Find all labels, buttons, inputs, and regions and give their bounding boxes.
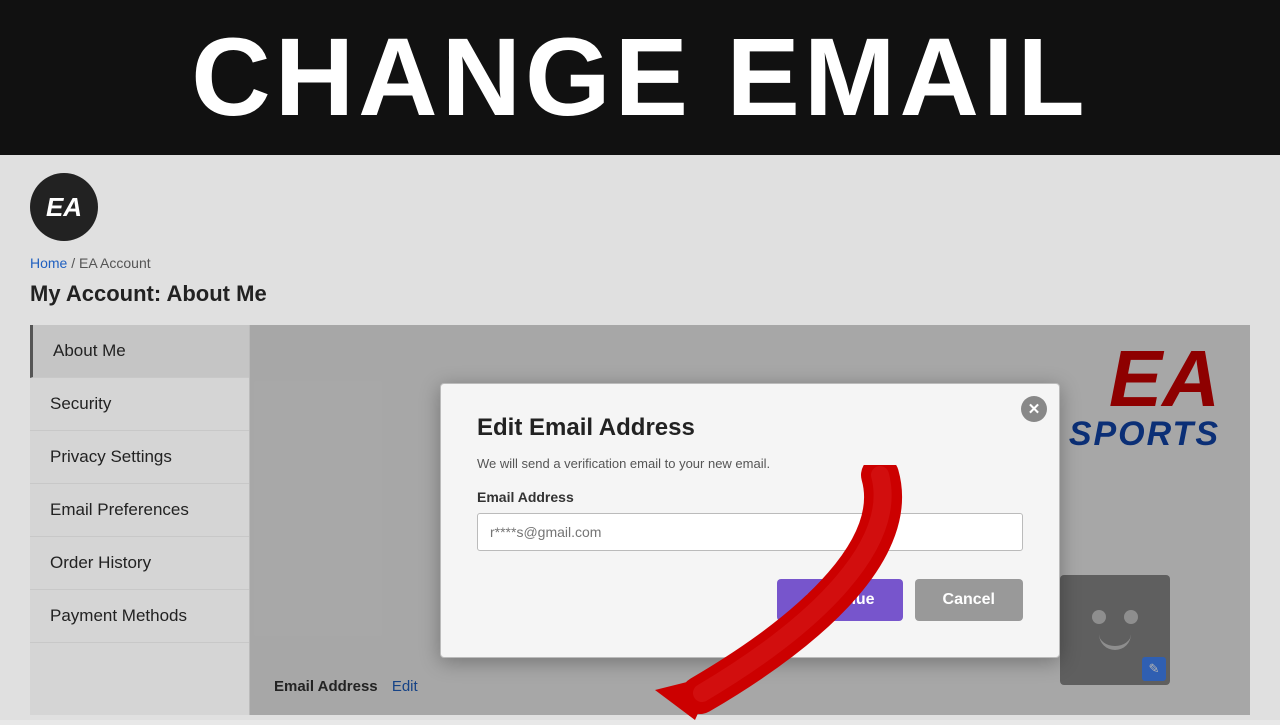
breadcrumb-separator: /	[67, 255, 79, 271]
modal-dialog: ✕ Edit Email Address We will send a veri…	[440, 383, 1060, 658]
email-input[interactable]	[477, 513, 1023, 551]
main-content: EA Home / EA Account My Account: About M…	[0, 155, 1280, 720]
sidebar-item-email-preferences[interactable]: Email Preferences	[30, 484, 249, 537]
sidebar-item-payment-methods[interactable]: Payment Methods	[30, 590, 249, 643]
breadcrumb-current: EA Account	[79, 255, 151, 271]
sidebar-item-privacy-settings[interactable]: Privacy Settings	[30, 431, 249, 484]
modal-close-button[interactable]: ✕	[1021, 396, 1047, 422]
banner-title: CHANGE EMAIL	[191, 14, 1088, 141]
sidebar-item-security[interactable]: Security	[30, 378, 249, 431]
ea-logo: EA	[30, 173, 98, 241]
sidebar-item-order-history[interactable]: Order History	[30, 537, 249, 590]
breadcrumb-home[interactable]: Home	[30, 255, 67, 271]
continue-button[interactable]: Continue	[777, 579, 902, 621]
sidebar-item-about-me[interactable]: About Me	[30, 325, 249, 378]
sidebar: About Me Security Privacy Settings Email…	[30, 325, 250, 715]
layout: About Me Security Privacy Settings Email…	[30, 325, 1250, 715]
email-field-label: Email Address	[477, 489, 1023, 505]
cancel-button[interactable]: Cancel	[915, 579, 1023, 621]
modal-overlay: ✕ Edit Email Address We will send a veri…	[250, 325, 1250, 715]
modal-title: Edit Email Address	[477, 414, 1023, 442]
breadcrumb: Home / EA Account	[30, 255, 1250, 271]
page-title: My Account: About Me	[30, 281, 1250, 307]
content-panel: EA SPORTS ✎	[250, 325, 1250, 715]
modal-buttons: Continue Cancel	[477, 579, 1023, 621]
top-banner: CHANGE EMAIL	[0, 0, 1280, 155]
ea-logo-text: EA	[46, 192, 82, 223]
modal-subtitle: We will send a verification email to you…	[477, 456, 1023, 471]
